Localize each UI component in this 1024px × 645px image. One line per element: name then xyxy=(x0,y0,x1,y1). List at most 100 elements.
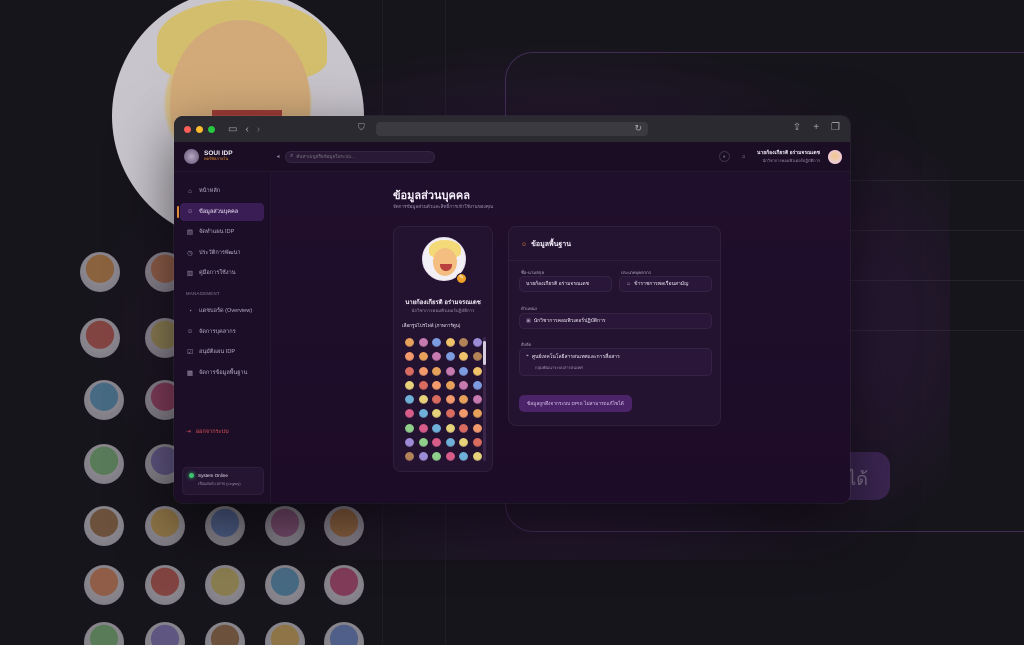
avatar-option[interactable] xyxy=(445,395,455,405)
edit-avatar-icon[interactable]: ✎ xyxy=(456,273,467,284)
sidebar-item-personal-info[interactable]: ☺ ข้อมูลส่วนบุคคล xyxy=(177,202,264,221)
avatar-option[interactable] xyxy=(418,352,428,362)
avatar-option[interactable] xyxy=(432,366,441,376)
avatar-option[interactable] xyxy=(445,409,455,419)
sidebar-item-history[interactable]: ◷ ประวัติการพัฒนา xyxy=(180,244,264,262)
user-icon: ☺ xyxy=(186,208,194,215)
avatar-option[interactable] xyxy=(418,452,428,462)
reload-icon[interactable]: ↻ xyxy=(634,123,642,134)
avatar-option[interactable] xyxy=(432,395,441,405)
avatar-option[interactable] xyxy=(472,438,482,448)
avatar-option[interactable] xyxy=(405,380,414,390)
forward-icon[interactable]: › xyxy=(257,124,260,135)
users-icon: ☺ xyxy=(186,328,194,335)
avatar-option[interactable] xyxy=(405,395,414,405)
avatar-option[interactable] xyxy=(418,338,428,347)
close-window-button[interactable] xyxy=(184,125,191,133)
avatar-option[interactable] xyxy=(445,423,455,433)
logout-button[interactable]: ⇥ ออกจากระบบ xyxy=(180,428,229,436)
collapse-sidebar-icon[interactable]: ◂ xyxy=(271,153,285,160)
briefcase-icon: ▣ xyxy=(526,318,531,324)
theme-toggle-icon[interactable]: ◐ xyxy=(718,151,730,162)
avatar-option[interactable] xyxy=(459,380,468,390)
background-line xyxy=(850,280,1024,281)
avatar-option[interactable] xyxy=(405,423,414,433)
organization-value: ศูนย์เทคโนโลยีสารสนเทศและการสื่อสาร xyxy=(531,354,620,360)
minimize-window-button[interactable] xyxy=(196,125,203,133)
user-icon: ☺ xyxy=(521,241,528,248)
avatar-option[interactable] xyxy=(472,452,482,462)
new-tab-icon[interactable]: + xyxy=(813,122,819,133)
sidebar-item-master-data[interactable]: ▦ จัดการข้อมูลพื้นฐาน xyxy=(180,364,264,382)
avatar-option[interactable] xyxy=(405,352,414,362)
avatar-option[interactable] xyxy=(459,395,468,405)
avatar[interactable] xyxy=(828,149,842,164)
page-title: ข้อมูลส่วนบุคคล xyxy=(393,190,470,202)
sidebar-item-personnel[interactable]: ☺ จัดการบุคลากร xyxy=(180,323,264,341)
avatar-option[interactable] xyxy=(418,438,428,448)
avatar-option[interactable] xyxy=(418,366,428,376)
avatar-option[interactable] xyxy=(405,452,414,462)
avatar-option[interactable] xyxy=(445,366,455,376)
avatar-option[interactable] xyxy=(472,395,482,405)
avatar-option[interactable] xyxy=(405,338,414,347)
avatar-option[interactable] xyxy=(432,438,441,448)
user-info[interactable]: นายก้องเกียรติ อร่ามจรณเดช นักวิชาการคอม… xyxy=(757,149,820,164)
status-dot-icon xyxy=(189,473,194,478)
avatar-option[interactable] xyxy=(418,409,428,419)
avatar-option[interactable] xyxy=(459,409,468,419)
avatar-option[interactable] xyxy=(405,366,414,376)
bell-icon[interactable]: ♫ xyxy=(738,151,749,162)
sidebar-toggle-icon[interactable]: ▭ xyxy=(228,124,237,135)
avatar-option[interactable] xyxy=(432,352,441,362)
avatar-option[interactable] xyxy=(472,352,482,362)
avatar-option[interactable] xyxy=(432,452,441,462)
avatar-option[interactable] xyxy=(459,366,468,376)
avatar-option[interactable] xyxy=(405,409,414,419)
address-bar[interactable]: ↻ xyxy=(376,122,648,136)
avatar-option[interactable] xyxy=(459,338,468,347)
avatar-option[interactable] xyxy=(472,423,482,433)
sidebar-item-label: คู่มือการใช้งาน xyxy=(199,270,236,276)
avatar-option[interactable] xyxy=(432,380,441,390)
avatar-option[interactable] xyxy=(432,338,441,347)
sidebar-item-home[interactable]: ⌂ หน้าหลัก xyxy=(180,182,264,200)
search-input[interactable] xyxy=(296,154,427,159)
avatar-option[interactable] xyxy=(405,438,414,448)
back-icon[interactable]: ‹ xyxy=(245,124,248,135)
avatar-option[interactable] xyxy=(472,409,482,419)
sidebar-item-dashboard[interactable]: ◔ แดชบอร์ด (Overview) xyxy=(180,302,264,320)
share-icon[interactable]: ⇪ xyxy=(793,122,801,133)
avatar-option[interactable] xyxy=(459,423,468,433)
maximize-window-button[interactable] xyxy=(208,125,215,133)
avatar-option[interactable] xyxy=(459,452,468,462)
avatar-option[interactable] xyxy=(445,338,455,347)
avatar-option[interactable] xyxy=(459,352,468,362)
avatar-option[interactable] xyxy=(459,438,468,448)
avatar-option[interactable] xyxy=(432,409,441,419)
search-box[interactable]: ⌕ xyxy=(285,150,435,163)
avatar-option[interactable] xyxy=(418,423,428,433)
brand[interactable]: SOUI IDP พอร์ทัลภายใน xyxy=(174,149,271,164)
avatar-option[interactable] xyxy=(445,438,455,448)
avatar-picker-scroll-thumb[interactable] xyxy=(483,341,486,365)
tabs-overview-icon[interactable]: ❐ xyxy=(831,122,840,133)
avatar-option[interactable] xyxy=(445,452,455,462)
avatar-option[interactable] xyxy=(418,395,428,405)
app: SOUI IDP พอร์ทัลภายใน ◂ ⌕ ◐ ♫ นายก้องเกี… xyxy=(174,142,850,503)
avatar-option[interactable] xyxy=(472,338,482,347)
dpis-readonly-notice: ข้อมูลถูกดึงจากระบบ DPIS ไม่สามารถแก้ไขไ… xyxy=(519,395,632,412)
avatar-option[interactable] xyxy=(445,352,455,362)
position-field: ▣ นักวิชาการคอมพิวเตอร์ปฏิบัติการ xyxy=(519,313,712,329)
avatar-option[interactable] xyxy=(445,380,455,390)
avatar-option[interactable] xyxy=(472,366,482,376)
personnel-type-value: ข้าราชการพลเรือนสามัญ xyxy=(634,281,689,287)
avatar-option[interactable] xyxy=(472,380,482,390)
brand-subtitle: พอร์ทัลภายใน xyxy=(204,156,229,162)
sidebar-item-approve[interactable]: ☑ อนุมัติแผน IDP xyxy=(180,343,264,361)
sidebar-item-manual[interactable]: ▥ คู่มือการใช้งาน xyxy=(180,264,264,282)
avatar-option[interactable] xyxy=(418,380,428,390)
sidebar-item-idp-plan[interactable]: ▤ จัดทำแผน IDP xyxy=(180,223,264,241)
divider xyxy=(509,260,720,261)
avatar-option[interactable] xyxy=(432,423,441,433)
